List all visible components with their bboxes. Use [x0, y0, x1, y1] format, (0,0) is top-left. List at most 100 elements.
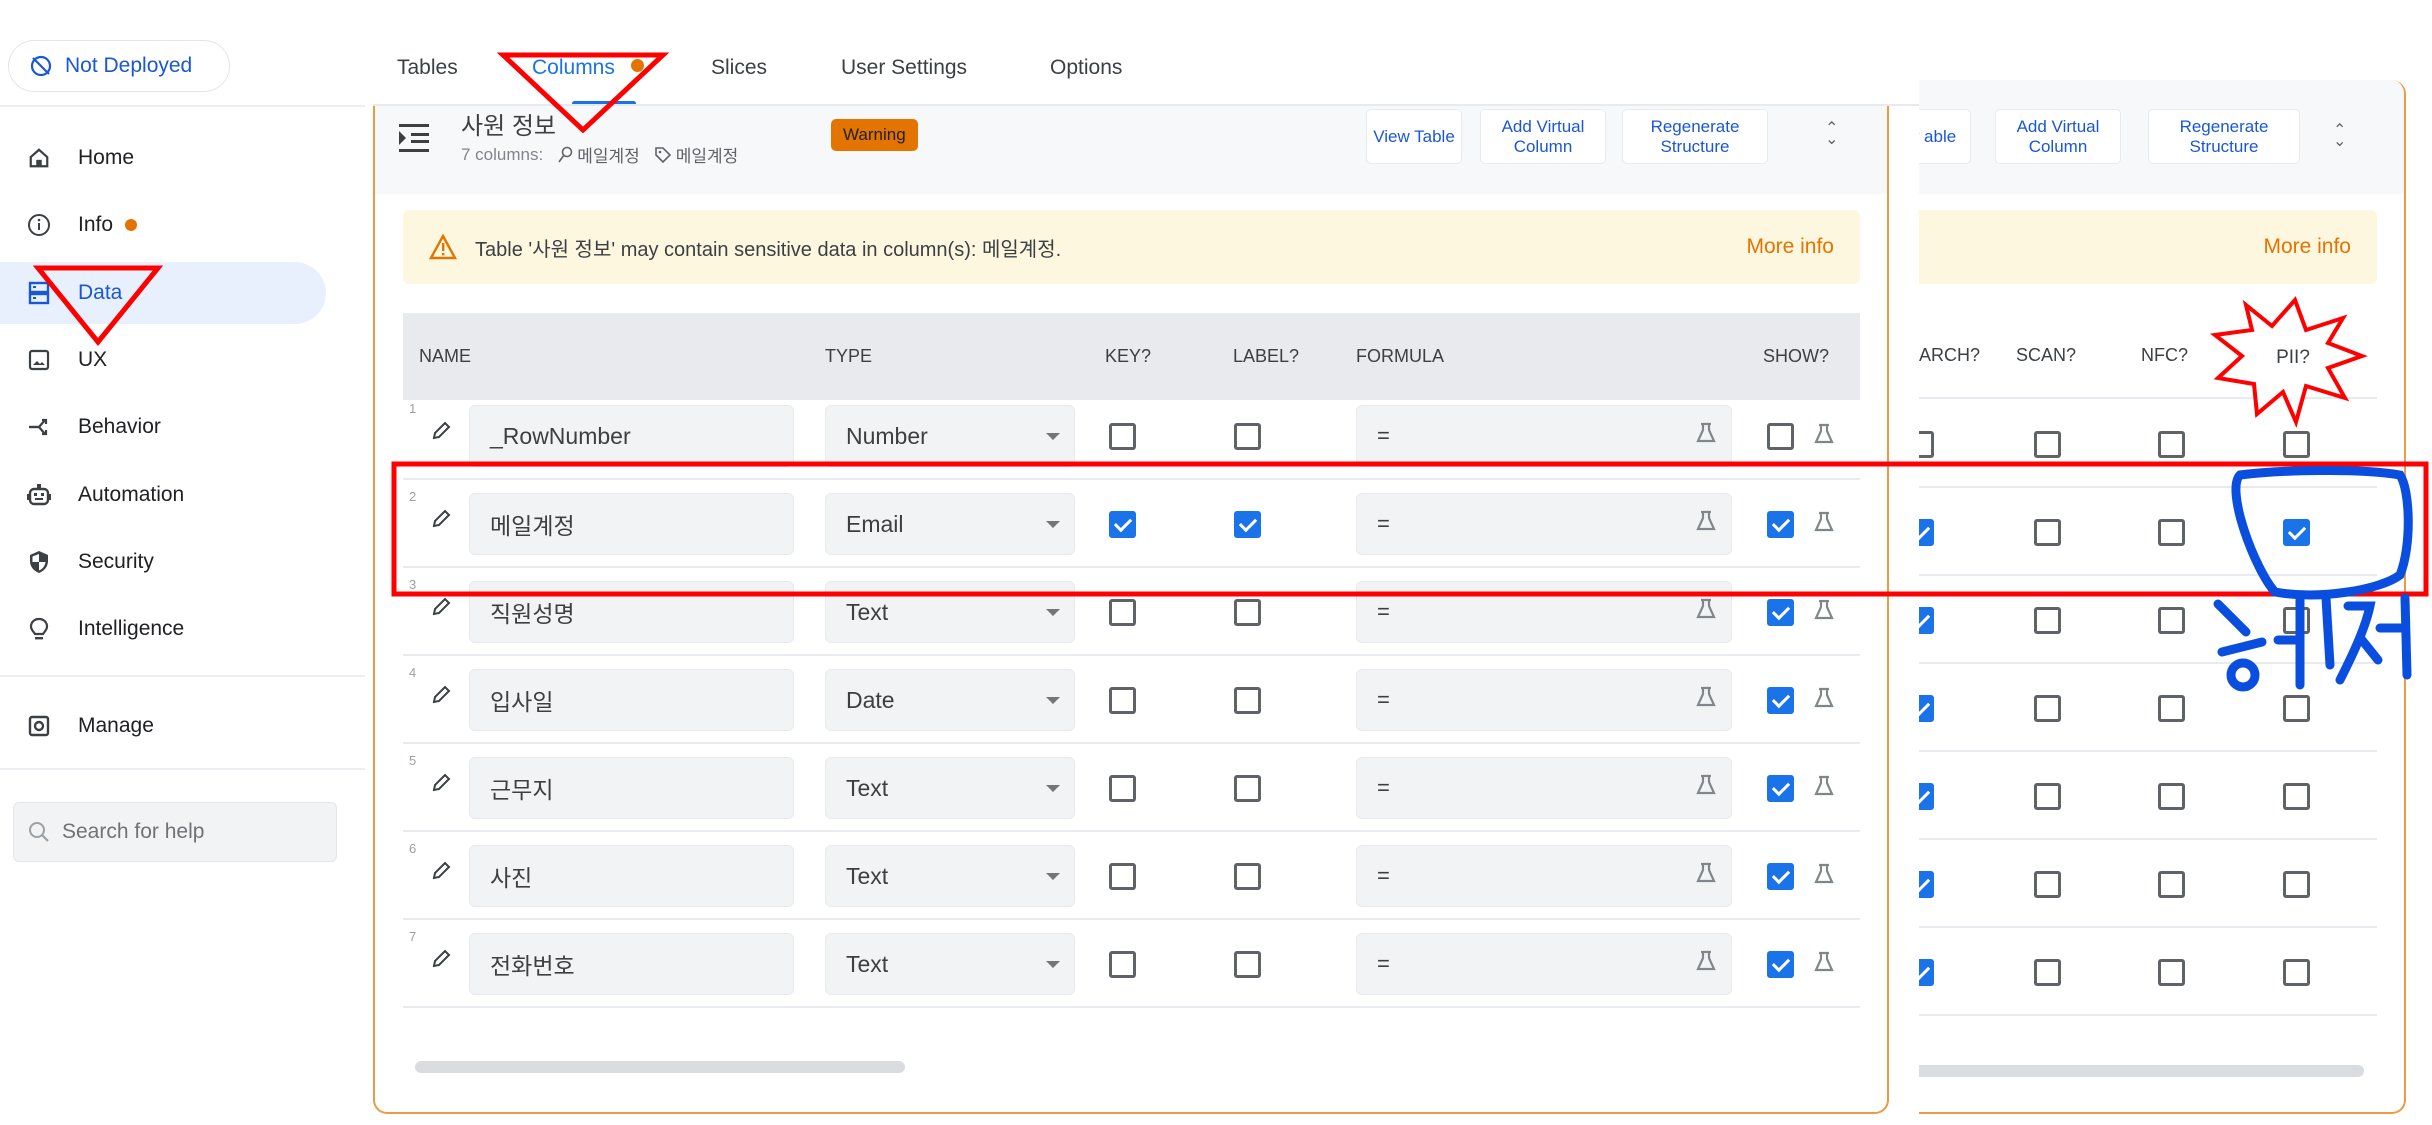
column-type-select[interactable]: Text — [825, 933, 1075, 995]
column-type-select[interactable]: Email — [825, 493, 1075, 555]
nfc-checkbox[interactable] — [2158, 519, 2185, 546]
key-checkbox[interactable] — [1109, 775, 1136, 802]
expand-collapse-icon[interactable]: ⌃ ⌄ — [2333, 123, 2346, 150]
column-type-select[interactable]: Number — [825, 405, 1075, 467]
edit-pencil-icon[interactable] — [431, 685, 451, 710]
nfc-checkbox[interactable] — [2158, 431, 2185, 458]
formula-input[interactable]: = — [1356, 493, 1732, 555]
column-name-input[interactable]: 입사일 — [469, 669, 794, 731]
scan-checkbox[interactable] — [2034, 607, 2061, 634]
search-checkbox[interactable] — [1919, 959, 1934, 986]
edit-pencil-icon[interactable] — [431, 597, 451, 622]
formula-input[interactable]: = — [1356, 581, 1732, 643]
nfc-checkbox[interactable] — [2158, 871, 2185, 898]
label-checkbox[interactable] — [1234, 599, 1261, 626]
pii-checkbox[interactable] — [2283, 431, 2310, 458]
pii-checkbox[interactable] — [2283, 607, 2310, 634]
flask-icon[interactable] — [1695, 598, 1717, 626]
deploy-status-button[interactable]: Not Deployed — [8, 40, 230, 92]
more-info-link[interactable]: More info — [1746, 235, 1834, 259]
show-checkbox[interactable] — [1767, 511, 1794, 538]
sidebar-item-security[interactable]: Security — [0, 531, 326, 593]
edit-pencil-icon[interactable] — [431, 773, 451, 798]
show-checkbox[interactable] — [1767, 863, 1794, 890]
pii-checkbox[interactable] — [2283, 959, 2310, 986]
show-checkbox[interactable] — [1767, 951, 1794, 978]
scan-checkbox[interactable] — [2034, 431, 2061, 458]
key-checkbox[interactable] — [1109, 423, 1136, 450]
flask-icon[interactable] — [1813, 951, 1835, 978]
formula-input[interactable]: = — [1356, 405, 1732, 467]
nfc-checkbox[interactable] — [2158, 695, 2185, 722]
more-info-link[interactable]: More info — [2263, 235, 2351, 259]
key-checkbox[interactable] — [1109, 511, 1136, 538]
sidebar-item-home[interactable]: Home — [0, 127, 326, 189]
label-checkbox[interactable] — [1234, 775, 1261, 802]
label-checkbox[interactable] — [1234, 951, 1261, 978]
add-virtual-column-button[interactable]: Add Virtual Column — [1480, 109, 1606, 164]
tab-options[interactable]: Options — [1050, 56, 1122, 80]
show-checkbox[interactable] — [1767, 423, 1794, 450]
sidebar-item-ux[interactable]: UX — [0, 329, 326, 391]
sidebar-item-data[interactable]: Data — [0, 262, 326, 324]
nfc-checkbox[interactable] — [2158, 959, 2185, 986]
show-checkbox[interactable] — [1767, 599, 1794, 626]
column-name-input[interactable]: 직원성명 — [469, 581, 794, 643]
search-checkbox[interactable] — [1919, 871, 1934, 898]
pii-checkbox[interactable] — [2283, 783, 2310, 810]
flask-icon[interactable] — [1813, 423, 1835, 450]
flask-icon[interactable] — [1695, 774, 1717, 802]
flask-icon[interactable] — [1695, 950, 1717, 978]
horizontal-scrollbar[interactable] — [1919, 1065, 2364, 1077]
key-checkbox[interactable] — [1109, 951, 1136, 978]
scan-checkbox[interactable] — [2034, 959, 2061, 986]
pii-checkbox[interactable] — [2283, 519, 2310, 546]
edit-pencil-icon[interactable] — [431, 861, 451, 886]
tab-slices[interactable]: Slices — [711, 56, 767, 80]
column-name-input[interactable]: 사진 — [469, 845, 794, 907]
column-name-input[interactable]: 근무지 — [469, 757, 794, 819]
flask-icon[interactable] — [1813, 863, 1835, 890]
edit-pencil-icon[interactable] — [431, 509, 451, 534]
nfc-checkbox[interactable] — [2158, 783, 2185, 810]
regenerate-structure-button[interactable]: Regenerate Structure — [1622, 109, 1768, 164]
flask-icon[interactable] — [1813, 687, 1835, 714]
column-name-input[interactable]: _RowNumber — [469, 405, 794, 467]
edit-pencil-icon[interactable] — [431, 421, 451, 446]
pii-checkbox[interactable] — [2283, 871, 2310, 898]
formula-input[interactable]: = — [1356, 845, 1732, 907]
tab-columns[interactable]: Columns — [532, 56, 615, 80]
scan-checkbox[interactable] — [2034, 783, 2061, 810]
edit-pencil-icon[interactable] — [431, 949, 451, 974]
flask-icon[interactable] — [1813, 775, 1835, 802]
column-type-select[interactable]: Text — [825, 581, 1075, 643]
column-name-input[interactable]: 메일계정 — [469, 493, 794, 555]
regenerate-structure-button[interactable]: Regenerate Structure — [2148, 109, 2300, 164]
view-table-button[interactable]: View Table — [1366, 109, 1462, 164]
search-checkbox[interactable] — [1919, 519, 1934, 546]
sidebar-item-info[interactable]: Info — [0, 194, 326, 256]
formula-input[interactable]: = — [1356, 933, 1732, 995]
key-checkbox[interactable] — [1109, 863, 1136, 890]
label-checkbox[interactable] — [1234, 511, 1261, 538]
flask-icon[interactable] — [1813, 599, 1835, 626]
show-checkbox[interactable] — [1767, 687, 1794, 714]
scan-checkbox[interactable] — [2034, 519, 2061, 546]
add-virtual-column-button[interactable]: Add Virtual Column — [1995, 109, 2121, 164]
flask-icon[interactable] — [1695, 422, 1717, 450]
key-checkbox[interactable] — [1109, 599, 1136, 626]
expand-collapse-icon[interactable]: ⌃ ⌄ — [1825, 121, 1838, 148]
flask-icon[interactable] — [1695, 862, 1717, 890]
view-table-button-partial[interactable]: iew able — [1919, 109, 1971, 164]
key-checkbox[interactable] — [1109, 687, 1136, 714]
show-checkbox[interactable] — [1767, 775, 1794, 802]
flask-icon[interactable] — [1695, 686, 1717, 714]
formula-input[interactable]: = — [1356, 757, 1732, 819]
help-search-input[interactable]: Search for help — [13, 802, 337, 862]
search-checkbox[interactable] — [1919, 431, 1934, 458]
collapse-icon[interactable] — [399, 124, 429, 157]
sidebar-item-intelligence[interactable]: Intelligence — [0, 598, 326, 660]
formula-input[interactable]: = — [1356, 669, 1732, 731]
tab-tables[interactable]: Tables — [397, 56, 458, 80]
column-type-select[interactable]: Text — [825, 845, 1075, 907]
